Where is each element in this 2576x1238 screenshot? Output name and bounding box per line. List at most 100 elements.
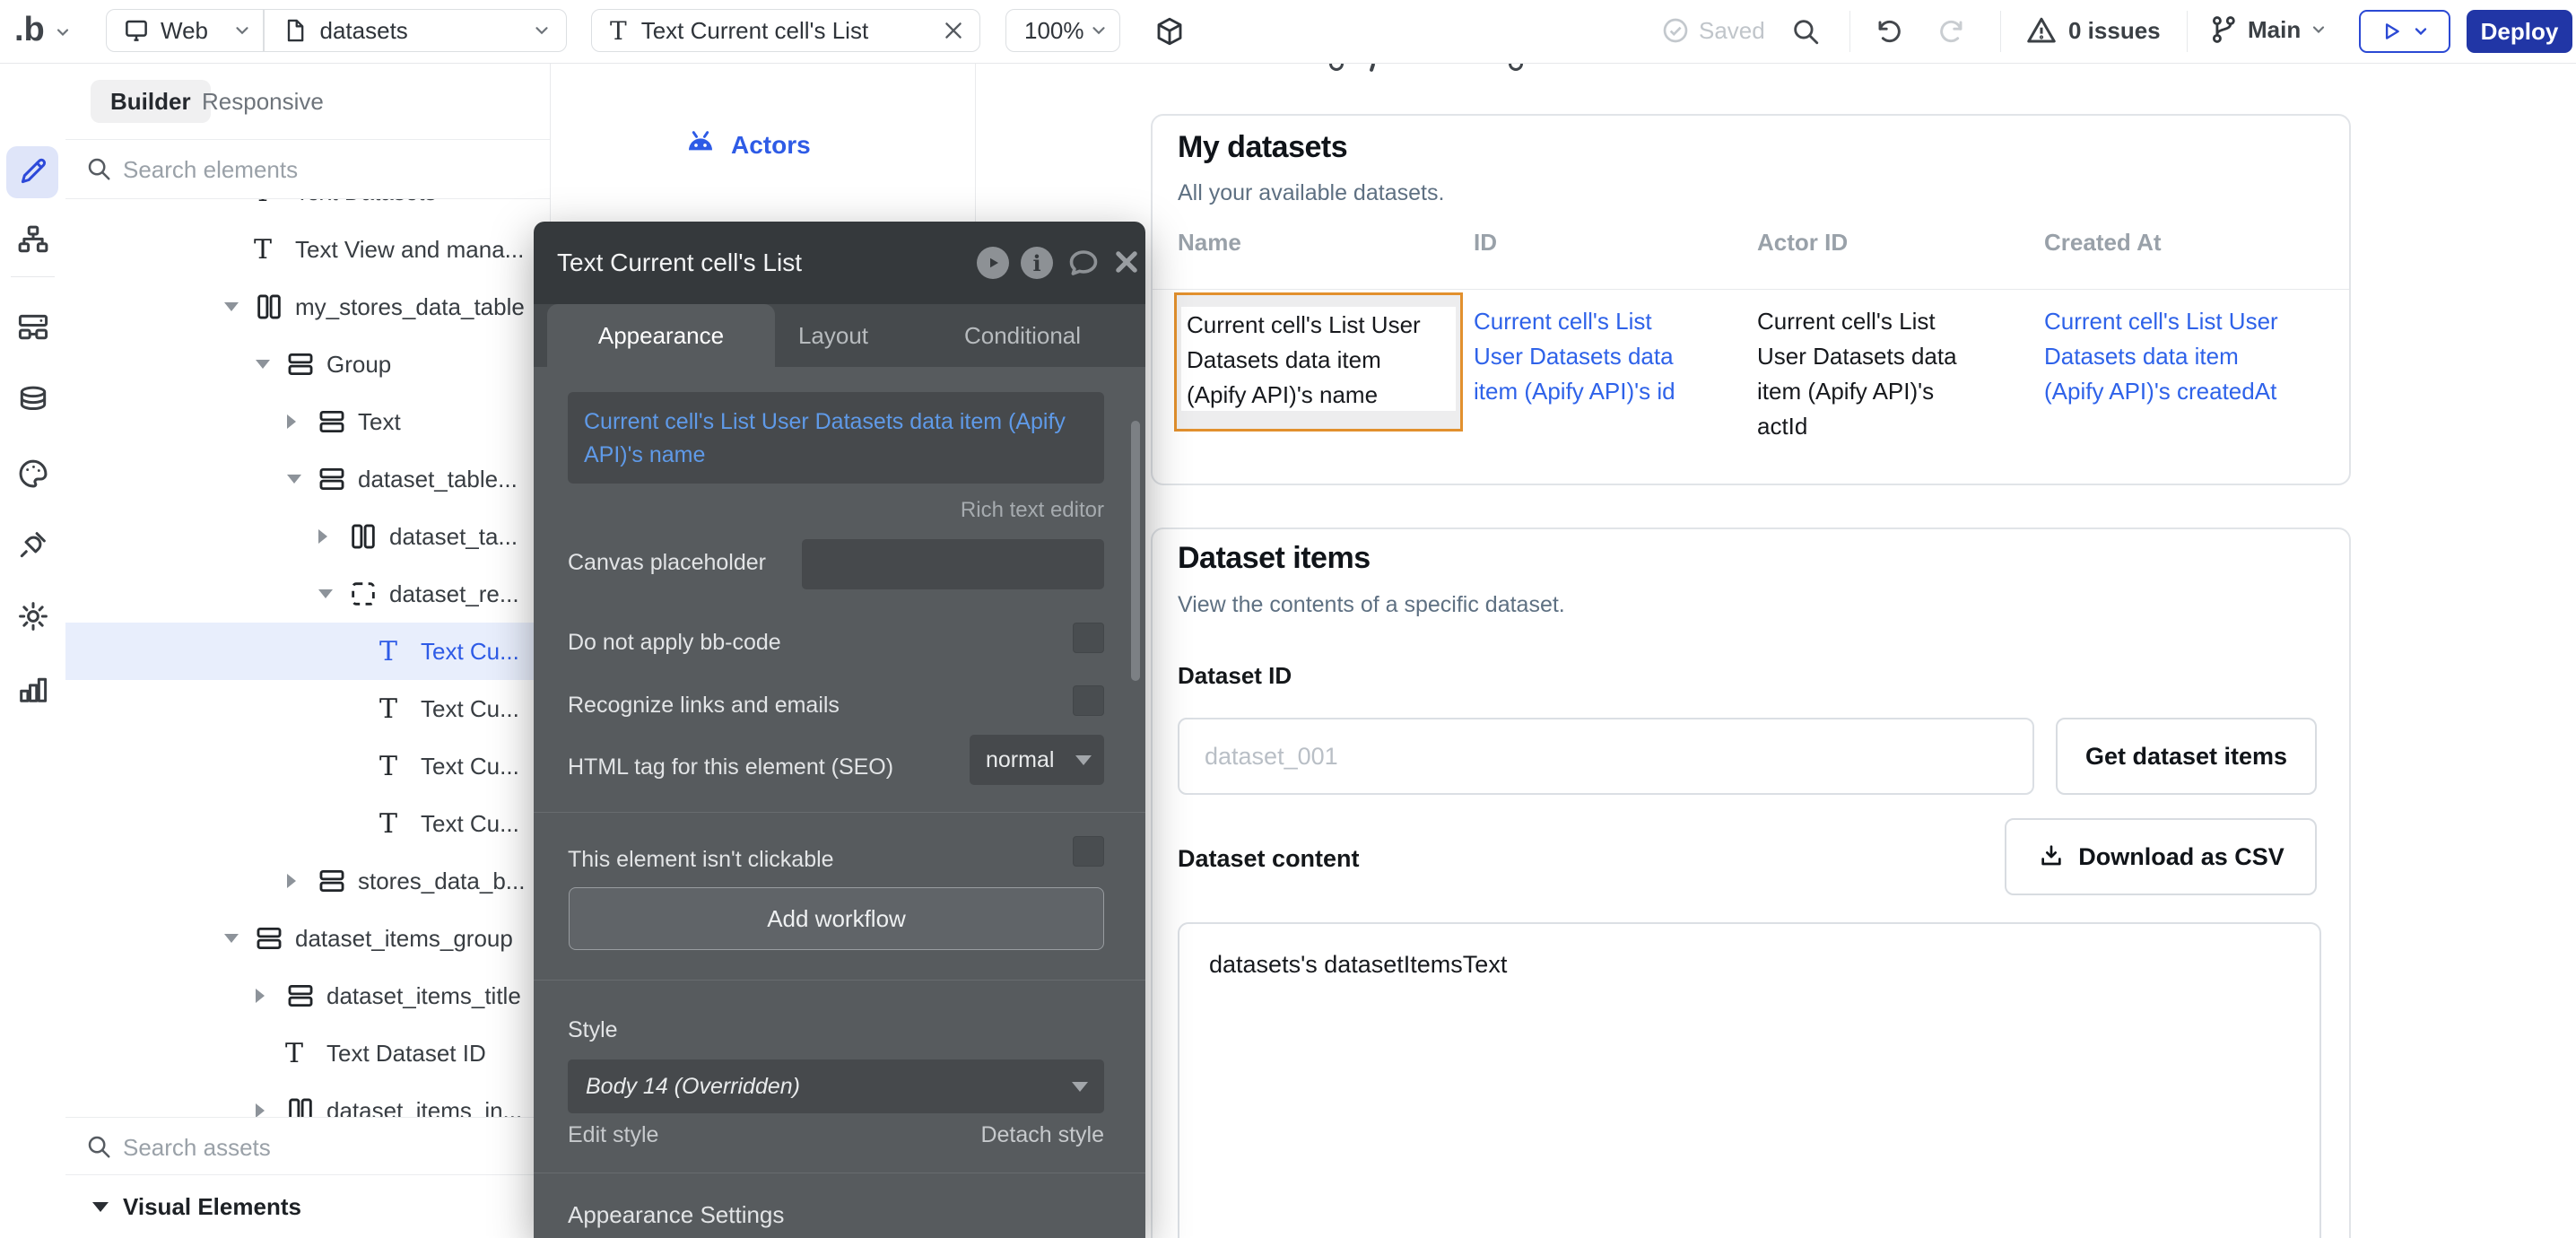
tree-item[interactable]: Text View and mana... [65, 221, 550, 278]
caret-down-icon[interactable] [256, 360, 285, 369]
tree-item[interactable]: Text Cu... [65, 737, 550, 795]
download-csv-label: Download as CSV [2078, 843, 2284, 871]
palette-styles-icon[interactable] [16, 457, 50, 491]
table-cell-actor-id[interactable]: Current cell's List User Datasets data i… [1757, 304, 1957, 444]
redo-icon[interactable] [1937, 17, 1966, 46]
not-clickable-label: This element isn't clickable [568, 847, 834, 873]
tree-item[interactable]: dataset_items_in... [65, 1082, 550, 1117]
dataset-items-subtitle: View the contents of a specific dataset. [1178, 592, 1565, 618]
not-clickable-checkbox[interactable] [1073, 836, 1104, 867]
get-dataset-items-button[interactable]: Get dataset items [2056, 718, 2317, 795]
caret-right-icon[interactable] [287, 874, 317, 888]
pencil-design-icon[interactable] [16, 154, 50, 188]
play-circle-icon[interactable] [977, 247, 1009, 279]
element-tab[interactable]: T Text Current cell's List [591, 9, 980, 52]
table-cell-created-at[interactable]: Current cell's List User Datasets data i… [2044, 304, 2278, 409]
zoom-select[interactable]: 100% [1005, 9, 1120, 52]
components-icon[interactable] [16, 310, 50, 344]
info-circle-icon[interactable]: i [1021, 247, 1053, 279]
close-icon[interactable] [1111, 247, 1144, 279]
close-icon[interactable] [942, 19, 965, 42]
tree-item[interactable]: dataset_table... [65, 450, 550, 508]
comment-bubble-icon[interactable] [1067, 247, 1100, 279]
edit-style-link[interactable]: Edit style [568, 1122, 658, 1148]
caret-right-icon[interactable] [256, 989, 285, 1003]
table-cell-name-selected[interactable]: Current cell's List User Datasets data i… [1174, 292, 1463, 432]
style-select[interactable]: Body 14 (Overridden) [568, 1059, 1104, 1113]
add-workflow-button[interactable]: Add workflow [569, 887, 1104, 950]
rich-text-value[interactable]: Current cell's List User Datasets data i… [568, 392, 1104, 484]
bbcode-checkbox[interactable] [1073, 623, 1104, 653]
tree-item[interactable]: dataset_items_group [65, 910, 550, 967]
dataset-content-box[interactable]: datasets's datasetItemsText [1178, 922, 2321, 1238]
property-editor-header[interactable]: Text Current cell's List i [534, 222, 1145, 304]
issues-indicator[interactable]: 0 issues [2025, 14, 2161, 47]
caret-down-icon[interactable] [224, 934, 254, 943]
detach-style-link[interactable]: Detach style [980, 1122, 1104, 1148]
group-element-icon [254, 923, 295, 954]
tab-appearance[interactable]: Appearance [547, 304, 775, 367]
search-icon[interactable] [1790, 16, 1821, 47]
search-assets-input[interactable] [121, 1125, 510, 1170]
property-editor: Text Current cell's List i Appearance La… [534, 222, 1145, 1238]
tree-item[interactable]: stores_data_b... [65, 852, 550, 910]
caret-down-icon[interactable] [287, 475, 317, 484]
caret-right-icon[interactable] [318, 529, 348, 544]
tree-item[interactable]: my_stores_data_table [65, 278, 550, 336]
logo-chevron-icon[interactable] [54, 23, 72, 41]
branch-select[interactable]: Main [2208, 14, 2328, 45]
caret-right-icon[interactable] [256, 1103, 285, 1117]
sitemap-workflow-icon[interactable] [16, 223, 50, 257]
bar-chart-logs-icon[interactable] [16, 672, 50, 706]
panel-scrollbar[interactable] [1131, 421, 1140, 681]
canvas-placeholder-input[interactable] [802, 539, 1104, 589]
clipped-text-fragment [1370, 63, 1376, 73]
tab-layout[interactable]: Layout [770, 304, 896, 367]
search-elements-input[interactable] [121, 147, 510, 192]
table-cell-id[interactable]: Current cell's List User Datasets data i… [1474, 304, 1675, 409]
branch-label: Main [2248, 16, 2301, 44]
tab-builder[interactable]: Builder [91, 80, 211, 123]
dataset-id-input[interactable] [1178, 718, 2034, 795]
html-tag-select[interactable]: normal [970, 735, 1104, 785]
app-type-select[interactable]: Web [107, 10, 263, 51]
undo-icon[interactable] [1875, 17, 1903, 46]
tab-conditional[interactable]: Conditional [937, 304, 1108, 367]
database-icon[interactable] [16, 384, 50, 418]
context-switcher: Web datasets [106, 9, 567, 52]
tree-item[interactable]: Text Dataset ID [65, 1024, 550, 1082]
visual-elements-section[interactable]: Visual Elements [65, 1175, 550, 1238]
tab-responsive[interactable]: Responsive [202, 80, 324, 123]
tree-item[interactable]: Text [65, 393, 550, 450]
caret-down-icon[interactable] [318, 589, 348, 598]
tree-item[interactable]: Text Cu... [65, 795, 550, 852]
tree-item[interactable]: Text Cu... [65, 680, 550, 737]
tree-item[interactable]: dataset_re... [65, 565, 550, 623]
caret-right-icon[interactable] [287, 414, 317, 429]
deploy-button[interactable]: Deploy [2467, 10, 2572, 53]
column-header-id: ID [1474, 229, 1497, 257]
group-element-icon [317, 866, 358, 896]
caret-down-icon[interactable] [224, 302, 254, 311]
tree-item[interactable]: Text Datasets [65, 199, 550, 221]
recognize-links-checkbox[interactable] [1073, 685, 1104, 716]
save-status: Saved [1661, 16, 1765, 45]
appearance-settings-label: Appearance Settings [568, 1201, 784, 1229]
download-csv-button[interactable]: Download as CSV [2005, 818, 2317, 895]
gear-settings-icon[interactable] [16, 599, 50, 633]
tree-item[interactable]: Group [65, 336, 550, 393]
bubble-logo[interactable]: .b [14, 0, 45, 63]
chevron-down-icon [1075, 755, 1092, 765]
tree-item-selected[interactable]: Text Cu... [65, 623, 550, 680]
tree-item[interactable]: dataset_ta... [65, 508, 550, 565]
page-select[interactable]: datasets [265, 10, 567, 51]
preview-button[interactable] [2359, 10, 2450, 53]
plug-plugins-icon[interactable] [16, 527, 50, 562]
dataset-items-title: Dataset items [1178, 541, 1371, 576]
package-icon[interactable] [1153, 15, 1186, 48]
table-cell-name-inner: Current cell's List User Datasets data i… [1181, 307, 1456, 411]
sidebar-item-actors[interactable]: Actors [683, 127, 811, 163]
tree-item[interactable]: dataset_items_title [65, 967, 550, 1024]
rich-text-editor-link[interactable]: Rich text editor [961, 498, 1104, 523]
recognize-links-label: Recognize links and emails [568, 693, 840, 719]
